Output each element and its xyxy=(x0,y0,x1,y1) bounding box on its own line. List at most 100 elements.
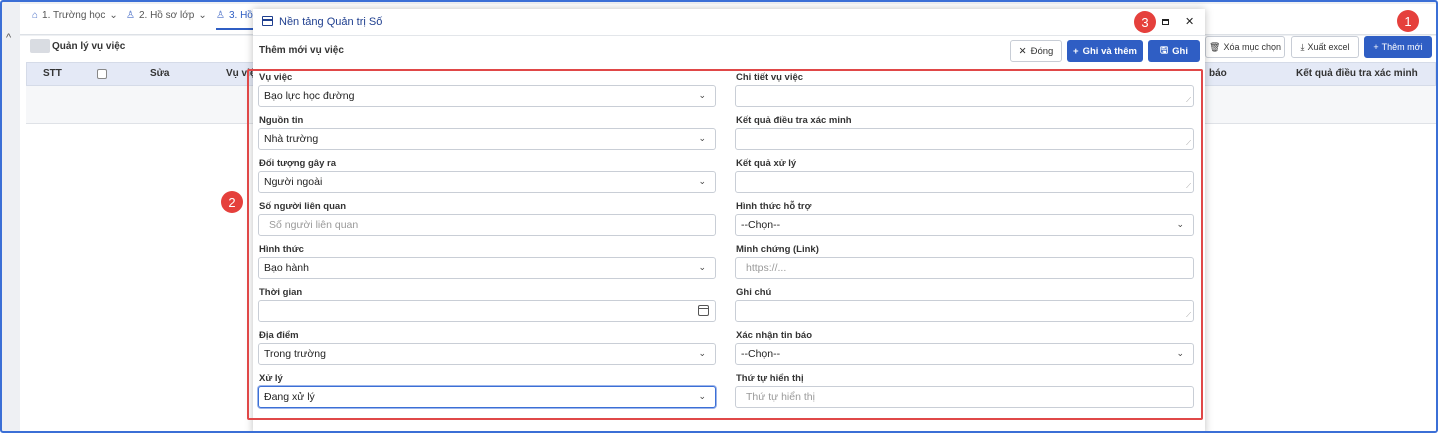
resize-grip-icon[interactable]: ⟋ xyxy=(1186,312,1191,320)
confirm-report-select[interactable]: --Chọn-- ⌄ xyxy=(735,343,1194,365)
add-new-button[interactable]: + Thêm mới xyxy=(1364,36,1432,58)
collapse-icon[interactable]: ^ xyxy=(6,32,11,44)
confirm-report-label: Xác nhận tin báo xyxy=(736,330,813,341)
form-select[interactable]: Bạo hành ⌄ xyxy=(258,257,716,279)
col-investigation-result: Kết quả điều tra xác minh xyxy=(1296,68,1418,79)
handling-result-label: Kết quả xử lý xyxy=(736,158,797,169)
tab-label: 3. Hồ xyxy=(228,10,253,21)
chevron-down-icon: ⌄ xyxy=(698,262,706,272)
module-logo xyxy=(30,39,50,53)
tab-school[interactable]: ⌂ 1. Trường học ⌄ xyxy=(32,10,118,21)
case-type-select[interactable]: Bạo lực học đường ⌄ xyxy=(258,85,716,107)
tab-active[interactable]: ♙ 3. Hồ xyxy=(216,10,253,30)
confirm-report-value: --Chọn-- xyxy=(741,348,781,360)
form-label: Hình thức xyxy=(259,244,304,255)
school-icon: ⌂ xyxy=(32,10,39,21)
investigation-result-textarea[interactable]: ⟋ xyxy=(735,128,1194,150)
source-label: Nguồn tin xyxy=(259,115,304,126)
chevron-down-icon: ⌄ xyxy=(1176,348,1184,358)
save-and-add-button[interactable]: + Ghi và thêm xyxy=(1067,40,1143,62)
select-all-checkbox[interactable] xyxy=(97,69,107,79)
col-edit: Sửa xyxy=(150,68,170,79)
note-label: Ghi chú xyxy=(736,287,772,298)
close-button[interactable]: ✕ Đóng xyxy=(1010,40,1062,62)
tab-label: 2. Hồ sơ lớp xyxy=(138,10,195,21)
resize-grip-icon[interactable]: ⟋ xyxy=(1186,183,1191,191)
annotation-badge-2: 2 xyxy=(221,191,243,213)
trash-icon: 🗑 xyxy=(1209,41,1221,52)
handling-result-textarea[interactable]: ⟋ xyxy=(735,171,1194,193)
chevron-down-icon: ⌄ xyxy=(198,10,207,21)
save-and-add-label: Ghi và thêm xyxy=(1082,45,1137,57)
time-label: Thời gian xyxy=(259,287,303,298)
case-type-label: Vụ việc xyxy=(259,72,293,83)
handling-select[interactable]: Đang xử lý ⌄ xyxy=(258,386,716,408)
display-order-placeholder: Thứ tự hiển thị xyxy=(746,391,815,403)
location-label: Địa điểm xyxy=(259,330,299,341)
chevron-down-icon: ⌄ xyxy=(698,391,706,401)
x-icon: ✕ xyxy=(1018,45,1027,57)
time-date-input[interactable] xyxy=(258,300,716,322)
calendar-icon[interactable] xyxy=(698,305,709,316)
annotation-badge-3: 3 xyxy=(1134,11,1156,33)
export-excel-button[interactable]: ⤓ Xuất excel xyxy=(1291,36,1359,58)
display-order-label: Thứ tự hiển thị xyxy=(736,373,804,384)
close-icon[interactable]: ✕ xyxy=(1185,15,1194,28)
dialog-title: Nền tảng Quản trị Số xyxy=(279,16,383,28)
chevron-down-icon: ⌄ xyxy=(698,348,706,358)
users-icon: ♙ xyxy=(216,10,225,21)
people-count-input[interactable]: Số người liên quan xyxy=(258,214,716,236)
support-form-label: Hình thức hỗ trợ xyxy=(736,201,812,212)
perpetrator-value: Người ngoài xyxy=(264,176,323,188)
download-icon: ⤓ xyxy=(1300,41,1305,52)
source-value: Nhà trường xyxy=(264,133,319,145)
note-textarea[interactable]: ⟋ xyxy=(735,300,1194,322)
export-excel-label: Xuất excel xyxy=(1307,42,1350,52)
people-count-label: Số người liên quan xyxy=(259,201,346,212)
screen-frame: ⌂ 1. Trường học ⌄ ♙ 2. Hồ sơ lớp ⌄ ♙ 3. … xyxy=(0,0,1438,433)
close-label: Đóng xyxy=(1030,45,1054,57)
save-button[interactable]: 🖫 Ghi xyxy=(1148,40,1200,62)
handling-value: Đang xử lý xyxy=(264,391,315,403)
evidence-link-input[interactable]: https://... xyxy=(735,257,1194,279)
resize-grip-icon[interactable]: ⟋ xyxy=(1186,97,1191,105)
case-detail-label: Chi tiết vụ việc xyxy=(736,72,804,83)
delete-selected-button[interactable]: 🗑 Xóa mục chọn xyxy=(1205,36,1285,58)
handling-label: Xử lý xyxy=(259,373,283,384)
col-report: báo xyxy=(1209,68,1227,79)
chevron-down-icon: ⌄ xyxy=(109,10,118,21)
investigation-result-label: Kết quả điều tra xác minh xyxy=(736,115,852,126)
col-stt: STT xyxy=(43,68,62,79)
tab-class-profile[interactable]: ♙ 2. Hồ sơ lớp ⌄ xyxy=(126,10,207,21)
chevron-down-icon: ⌄ xyxy=(698,176,706,186)
chevron-down-icon: ⌄ xyxy=(1176,219,1184,229)
user-icon: ♙ xyxy=(126,10,135,21)
people-count-placeholder: Số người liên quan xyxy=(269,219,359,231)
perpetrator-label: Đối tượng gây ra xyxy=(259,158,336,169)
plus-icon: + xyxy=(1373,42,1379,52)
evidence-link-placeholder: https://... xyxy=(746,262,787,274)
add-new-label: Thêm mới xyxy=(1381,42,1423,52)
dialog-header: Nền tảng Quản trị Số ✕ xyxy=(253,9,1205,36)
floppy-icon: 🖫 xyxy=(1160,45,1169,56)
annotation-badge-1: 1 xyxy=(1397,10,1419,32)
form-value: Bạo hành xyxy=(264,262,309,274)
resize-grip-icon[interactable]: ⟋ xyxy=(1186,140,1191,148)
location-select[interactable]: Trong trường ⌄ xyxy=(258,343,716,365)
tab-label: 1. Trường học xyxy=(42,10,106,21)
perpetrator-select[interactable]: Người ngoài ⌄ xyxy=(258,171,716,193)
save-label: Ghi xyxy=(1172,45,1188,57)
window-icon xyxy=(262,16,273,26)
plus-icon: + xyxy=(1073,45,1079,57)
delete-selected-label: Xóa mục chọn xyxy=(1223,42,1281,52)
support-form-value: --Chọn-- xyxy=(741,219,781,231)
location-value: Trong trường xyxy=(264,348,326,360)
source-select[interactable]: Nhà trường ⌄ xyxy=(258,128,716,150)
evidence-link-label: Minh chứng (Link) xyxy=(736,244,819,255)
maximize-icon[interactable] xyxy=(1162,19,1169,25)
case-type-value: Bạo lực học đường xyxy=(264,90,355,102)
display-order-input[interactable]: Thứ tự hiển thị xyxy=(735,386,1194,408)
case-detail-textarea[interactable]: ⟋ xyxy=(735,85,1194,107)
form-title: Thêm mới vụ việc xyxy=(259,45,344,56)
support-form-select[interactable]: --Chọn-- ⌄ xyxy=(735,214,1194,236)
